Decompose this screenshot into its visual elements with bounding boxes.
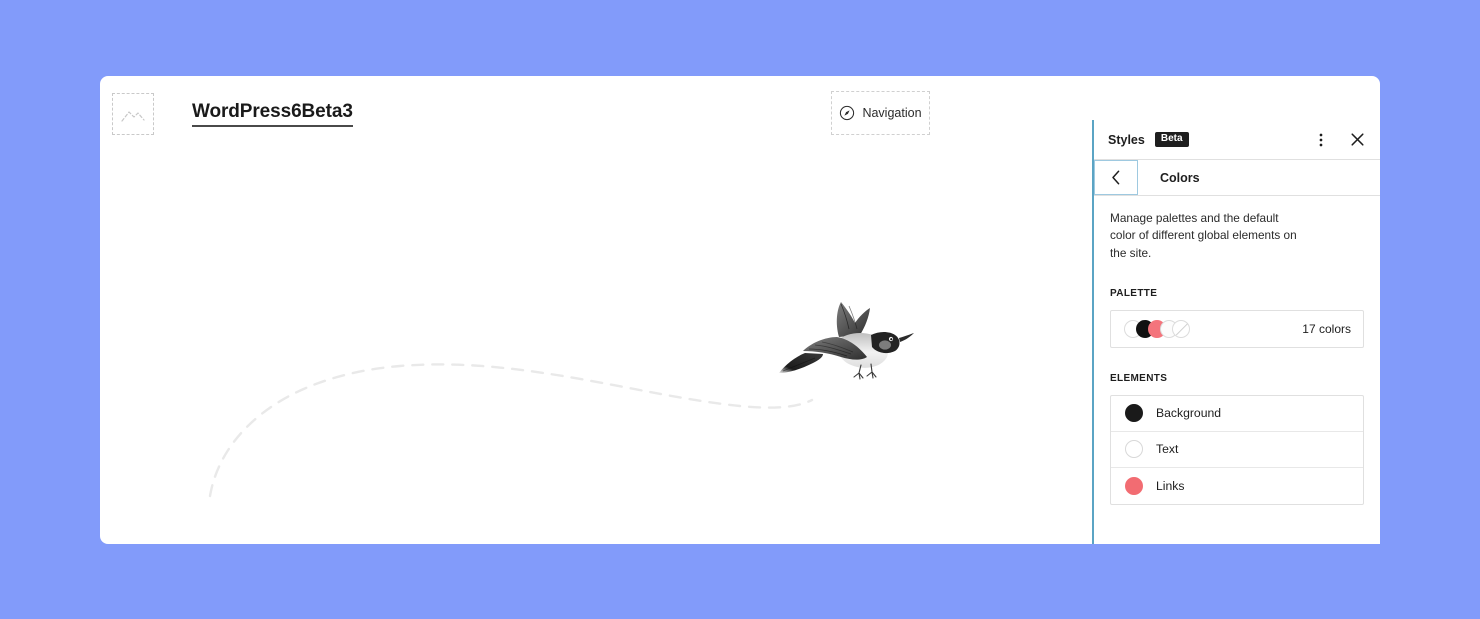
panel-description: Manage palettes and the default color of… bbox=[1110, 211, 1297, 260]
palette-section-heading: PALETTE bbox=[1110, 287, 1158, 299]
more-options-icon bbox=[1319, 133, 1323, 146]
beta-badge: Beta bbox=[1154, 132, 1189, 147]
links-color-swatch bbox=[1125, 476, 1143, 495]
palette-card[interactable]: 17 colors bbox=[1110, 309, 1364, 348]
close-sidebar-button[interactable] bbox=[1346, 129, 1368, 151]
panel-title: Colors bbox=[1160, 170, 1200, 185]
navigation-block[interactable]: Navigation bbox=[831, 91, 930, 135]
text-color-swatch bbox=[1125, 440, 1143, 459]
close-icon bbox=[1350, 133, 1364, 146]
element-row-background[interactable]: Background bbox=[1111, 396, 1363, 432]
element-label: Background bbox=[1156, 406, 1222, 421]
sidebar-title: Styles bbox=[1108, 132, 1145, 147]
elements-list: Background Text Links bbox=[1110, 394, 1364, 505]
panel-nav-row: Colors bbox=[1094, 160, 1380, 196]
more-options-button[interactable] bbox=[1310, 129, 1332, 151]
back-button[interactable] bbox=[1094, 160, 1138, 195]
palette-swatch-stack bbox=[1124, 319, 1190, 338]
flying-bird-illustration bbox=[779, 302, 914, 380]
chevron-left-icon bbox=[1112, 170, 1120, 185]
site-header-block: WordPress6Beta3 bbox=[112, 86, 930, 142]
element-label: Text bbox=[1156, 442, 1179, 457]
element-row-links[interactable]: Links bbox=[1111, 468, 1363, 504]
element-label: Links bbox=[1156, 478, 1185, 493]
site-logo-placeholder[interactable] bbox=[112, 93, 154, 135]
sidebar-header: Styles Beta bbox=[1094, 120, 1380, 160]
palette-count-label: 17 colors bbox=[1302, 321, 1351, 336]
background-color-swatch bbox=[1125, 404, 1143, 423]
compass-navigation-icon bbox=[840, 105, 855, 121]
swatch-transparent bbox=[1172, 319, 1190, 338]
image-placeholder-icon bbox=[121, 110, 145, 122]
sidebar-header-actions bbox=[1310, 129, 1368, 151]
site-title[interactable]: WordPress6Beta3 bbox=[192, 101, 353, 127]
element-row-text[interactable]: Text bbox=[1111, 432, 1363, 468]
elements-section-heading: ELEMENTS bbox=[1110, 372, 1168, 384]
styles-sidebar: Styles Beta Colors Manage palettes and t… bbox=[1092, 120, 1380, 544]
navigation-block-label: Navigation bbox=[862, 106, 922, 120]
